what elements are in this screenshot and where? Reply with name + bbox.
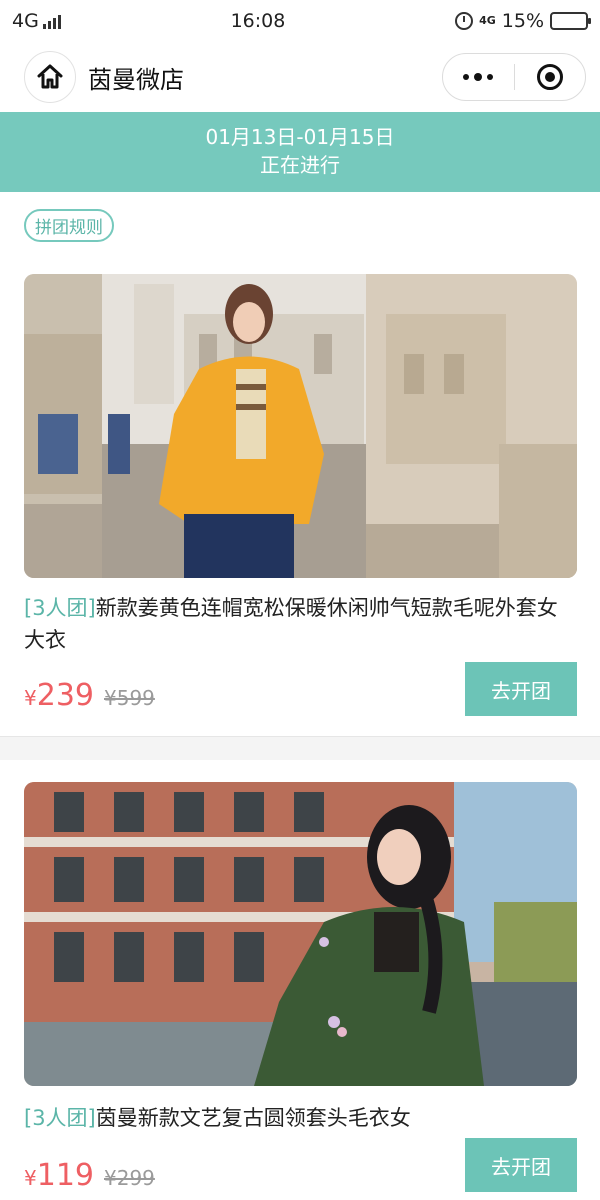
price-currency: ¥ — [24, 686, 37, 710]
start-group-button[interactable]: 去开团 — [465, 1138, 577, 1192]
price-row: ¥ 239 ¥599 — [24, 678, 155, 713]
activity-banner: 01月13日-01月15日 正在进行 — [0, 112, 600, 192]
start-group-button[interactable]: 去开团 — [465, 662, 577, 716]
product-name: 新款姜黄色连帽宽松保暖休闲帅气短款毛呢外套女大衣 — [24, 596, 558, 652]
more-dots-icon[interactable] — [443, 72, 514, 81]
price-row: ¥ 119 ¥299 — [24, 1158, 155, 1193]
product-image[interactable] — [24, 782, 577, 1086]
group-price: 119 — [36, 1158, 94, 1193]
shop-title: 茵曼微店 — [88, 65, 184, 94]
status-bar: 4G 16:08 4G 15% — [0, 0, 600, 42]
signal-icon — [42, 13, 61, 29]
small-network-type: 4G — [479, 14, 496, 27]
group-rules-button[interactable]: 拼团规则 — [24, 209, 114, 242]
section-divider — [0, 736, 600, 760]
banner-date-range: 01月13日-01月15日 — [205, 125, 395, 149]
mini-program-capsule — [442, 53, 586, 101]
home-button[interactable] — [24, 51, 76, 103]
battery-icon — [550, 12, 591, 30]
product-name: 茵曼新款文艺复古圆领套头毛衣女 — [95, 1106, 411, 1130]
status-right: 4G 15% — [455, 10, 591, 32]
group-tag: [3人团] — [24, 1106, 96, 1130]
product-title[interactable]: [3人团]茵曼新款文艺复古圆领套头毛衣女 — [24, 1102, 577, 1134]
battery-percent: 15% — [501, 10, 544, 32]
status-left: 4G — [12, 10, 61, 32]
price-currency: ¥ — [24, 1166, 37, 1190]
original-price: ¥599 — [104, 686, 155, 710]
product-image[interactable] — [24, 274, 577, 578]
product-title[interactable]: [3人团]新款姜黄色连帽宽松保暖休闲帅气短款毛呢外套女大衣 — [24, 592, 577, 656]
close-button[interactable] — [515, 64, 586, 90]
nav-bar: 茵曼微店 — [0, 42, 600, 112]
close-target-icon — [536, 64, 563, 90]
home-icon — [37, 64, 63, 89]
group-tag: [3人团] — [24, 596, 96, 620]
alarm-clock-icon — [455, 12, 474, 30]
group-price: 239 — [36, 678, 94, 713]
network-type: 4G — [12, 10, 39, 32]
status-time: 16:08 — [230, 10, 286, 32]
banner-status: 正在进行 — [260, 153, 340, 177]
original-price: ¥299 — [104, 1166, 155, 1190]
